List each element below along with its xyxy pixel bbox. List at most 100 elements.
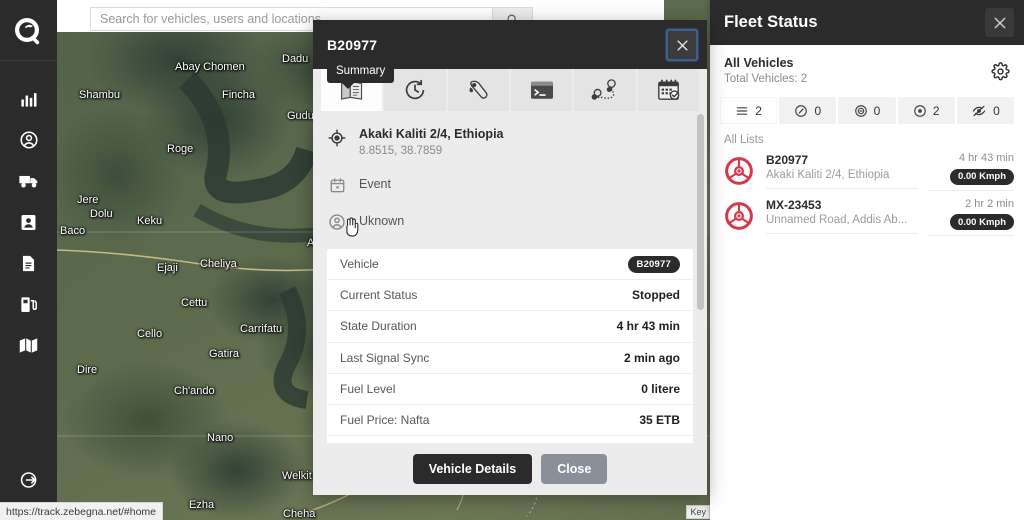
- map-label: Dadu: [282, 53, 309, 65]
- vehicle-name: MX-23453: [766, 198, 822, 213]
- map-label: Shambu: [79, 89, 120, 101]
- map-label: Jere: [77, 194, 99, 206]
- map-label: Welkit: [282, 470, 312, 482]
- tab-commands[interactable]: [510, 69, 573, 111]
- table-row: Last Signal Sync 2 min ago: [327, 343, 693, 374]
- row-value: 0 litere: [641, 381, 680, 396]
- rail-divider: [0, 60, 57, 61]
- summary-tooltip: Summary: [327, 60, 395, 89]
- list-item[interactable]: B20977 Akaki Kaliti 2/4, Ethiopia 4 hr 4…: [722, 148, 1014, 194]
- row-value-badge: B20977: [627, 255, 680, 273]
- tab-fuel[interactable]: [447, 69, 509, 111]
- bar-chart-icon: [21, 92, 37, 107]
- filter-count: 0: [873, 103, 881, 118]
- vehicle-details-button[interactable]: Vehicle Details: [412, 454, 533, 484]
- fleet-title: Fleet Status: [724, 13, 818, 31]
- mouse-cursor-pointer: [343, 217, 359, 242]
- fleet-status-filters: 2 0 0 2 0: [710, 85, 1024, 124]
- filter-count: 2: [932, 103, 940, 118]
- table-row: Fuel Level 0 litere: [327, 374, 693, 405]
- sidebar-item-dashboard[interactable]: [9, 87, 49, 111]
- map-key-button[interactable]: Key: [686, 505, 710, 519]
- dialog-header: B20977 Summary: [313, 20, 707, 89]
- vehicle-details-table: Vehicle B20977 Current Status Stopped St…: [327, 249, 693, 443]
- sidebar-item-fuel[interactable]: [9, 292, 49, 316]
- fleet-header: Fleet Status: [710, 0, 1024, 45]
- table-row: Fuel Price: Nafta 35 ETB: [327, 405, 693, 437]
- map-label: Cello: [137, 328, 163, 340]
- vehicle-address: Akaki Kaliti 2/4, Ethiopia: [766, 168, 890, 181]
- fleet-close-button[interactable]: [985, 8, 1014, 37]
- rail-items: [0, 87, 57, 357]
- tab-schedule[interactable]: [637, 69, 699, 111]
- left-navigation-rail: [0, 0, 57, 520]
- sidebar-item-account[interactable]: [9, 128, 49, 152]
- map-label: Cheha: [283, 508, 316, 520]
- map-label: Fincha: [222, 89, 256, 101]
- filter-chip-offline[interactable]: 0: [956, 97, 1015, 124]
- row-key: Current Status: [340, 288, 418, 303]
- vehicle-text: MX-23453 Unnamed Road, Addis Ab...: [766, 198, 918, 235]
- map-label: Dolu: [90, 208, 113, 220]
- dialog-body: Akaki Kaliti 2/4, Ethiopia 8.8515, 38.78…: [313, 111, 707, 443]
- filter-chip-all[interactable]: 2: [720, 97, 778, 124]
- row-value: 4 hr 43 min: [616, 319, 680, 334]
- steering-wheel-icon: [722, 199, 756, 233]
- dialog-close-button[interactable]: [666, 29, 698, 61]
- user-circle-icon: [19, 131, 38, 149]
- filter-chip-moving[interactable]: 0: [779, 97, 837, 124]
- id-card-icon: [21, 214, 36, 230]
- map-label: Cheliya: [200, 258, 237, 270]
- terminal-icon: [530, 81, 553, 99]
- sidebar-item-maps[interactable]: [9, 333, 49, 357]
- vehicle-speed-badge: 0.00 Kmph: [949, 214, 1014, 230]
- row-key: State Duration: [340, 319, 417, 334]
- map-icon: [19, 337, 38, 353]
- fleet-status-panel: Fleet Status All Vehicles Total Vehicles…: [710, 0, 1024, 520]
- moving-icon: [795, 104, 808, 117]
- map-label: Roge: [167, 143, 194, 155]
- app-logo[interactable]: [9, 12, 49, 52]
- vehicle-name: B20977: [766, 152, 809, 167]
- table-row: Fuel Price: Benzin 37 ETB: [327, 436, 693, 443]
- logout-icon: [20, 472, 36, 488]
- filter-count: 0: [993, 103, 1000, 118]
- table-row: State Duration 4 hr 43 min: [327, 311, 693, 343]
- dialog-scrollbar-thumb[interactable]: [697, 114, 704, 310]
- vehicle-duration: 2 hr 2 min: [965, 197, 1014, 210]
- filter-count: 2: [755, 103, 762, 118]
- crosshair-icon: [327, 128, 347, 148]
- map-label: Nano: [207, 432, 234, 444]
- filter-chip-idling[interactable]: 0: [838, 97, 896, 124]
- location-address: Akaki Kaliti 2/4, Ethiopia: [359, 127, 504, 141]
- dialog-scrollbar[interactable]: [697, 114, 704, 442]
- sidebar-item-vehicles[interactable]: [9, 169, 49, 193]
- filter-chip-stopped[interactable]: 2: [897, 97, 955, 124]
- tab-trips[interactable]: [574, 69, 636, 111]
- row-key: Fuel Level: [340, 381, 396, 396]
- map-label: Carrifatu: [240, 323, 283, 335]
- map-label: Abay Chomen: [175, 61, 245, 73]
- stopped-icon: [914, 104, 926, 117]
- dialog-title: B20977: [327, 36, 378, 53]
- fleet-total-vehicles: Total Vehicles: 2: [724, 73, 808, 85]
- history-clock-icon: [405, 79, 425, 100]
- list-item[interactable]: MX-23453 Unnamed Road, Addis Ab... 2 hr …: [722, 194, 1014, 240]
- route-icon: [591, 79, 616, 100]
- fleet-group-info: All Vehicles Total Vehicles: 2: [710, 45, 1024, 85]
- vehicle-meta: 4 hr 43 min 0.00 Kmph: [928, 151, 1014, 191]
- vehicle-summary-dialog: B20977 Summary Akaki Kaliti 2/4, Ethiopi…: [313, 20, 707, 495]
- fleet-group-title: All Vehicles: [724, 56, 794, 70]
- vehicle-meta: 2 hr 2 min 0.00 Kmph: [928, 197, 1014, 236]
- sidebar-item-logout[interactable]: [0, 470, 57, 490]
- status-url: https://track.zebegna.net/#home: [6, 505, 157, 518]
- sidebar-item-reports[interactable]: [9, 251, 49, 275]
- fleet-settings-button[interactable]: [991, 62, 1010, 86]
- map-label: Ejaji: [157, 262, 178, 274]
- steering-wheel-icon: [722, 154, 756, 188]
- vehicle-text: B20977 Akaki Kaliti 2/4, Ethiopia: [766, 153, 918, 189]
- fuel-pump-icon: [21, 296, 37, 312]
- sidebar-item-drivers[interactable]: [9, 210, 49, 234]
- row-value: 35 ETB: [639, 413, 680, 428]
- close-button[interactable]: Close: [541, 454, 608, 484]
